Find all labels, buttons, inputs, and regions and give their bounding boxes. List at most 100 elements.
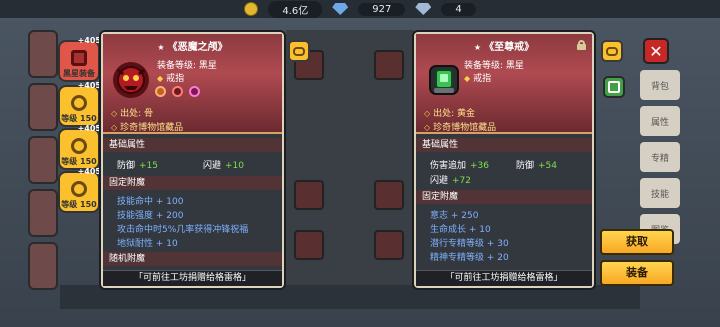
- stat-defense: 防御 +54: [516, 158, 557, 171]
- equip-button[interactable]: 装备: [600, 260, 674, 286]
- fixed-enchant-header: 固定附魔: [416, 190, 592, 204]
- ticket-icon: [415, 3, 432, 15]
- item-title-text: 《至尊戒》: [484, 42, 535, 53]
- item-title-text: 《恶魔之颅》: [167, 42, 228, 53]
- currency-bar: 4.6亿 927 4: [0, 0, 720, 18]
- museum-tag: ◇ 珍奇博物馆藏品: [111, 123, 184, 133]
- fixed-enchant-header: 固定附魔: [103, 176, 282, 190]
- equipment-slot[interactable]: [294, 180, 324, 210]
- ring-icon: [71, 95, 87, 111]
- item-origin: ◇ 出处: 骨: [111, 109, 154, 119]
- socket-icon: [188, 86, 200, 97]
- character-slot[interactable]: [28, 83, 58, 131]
- socket-icon: [171, 86, 183, 97]
- right-tab-list: 背包 属性 专精 技能 图鉴: [640, 70, 680, 250]
- take-button[interactable]: 获取: [600, 229, 674, 255]
- equip-slot-text: 戒指: [473, 74, 492, 84]
- sidebar-item-level[interactable]: +405 等级 150: [58, 167, 101, 213]
- stat-value: +72: [452, 176, 472, 186]
- character-slot[interactable]: [28, 30, 58, 78]
- tab-skills[interactable]: 技能: [640, 178, 680, 208]
- item-origin: ◇ 出处: 黄金: [424, 109, 476, 119]
- ring-icon: [71, 181, 87, 197]
- stat-name: 伤害追加: [430, 161, 467, 171]
- equip-level: 装备等级: 黑星: [157, 61, 217, 71]
- stat-name: 闪避: [430, 176, 449, 186]
- enchant-line: 地狱耐性 + 10: [117, 239, 178, 249]
- stat-evasion: 闪避 +10: [203, 158, 244, 171]
- upgrade-count: +405: [77, 81, 101, 90]
- chat-icon: [606, 46, 618, 56]
- museum-tag-text: 珍奇博物馆藏品: [120, 123, 184, 133]
- character-slots: [28, 30, 58, 290]
- equipment-slot[interactable]: [374, 180, 404, 210]
- item-tooltip-left: ★ 《恶魔之颅》 装备等级: 黑星 ◆ 戒指 ◇ 出处: 骨 ◇ 珍奇博物馆藏品 基础属…: [101, 32, 284, 288]
- stat-value: +15: [139, 161, 159, 171]
- enchant-line: 攻击命中时5%几率获得冲锋祝福: [117, 225, 249, 235]
- donate-hint: 「可前往工坊捐赠给格雷格」: [103, 270, 282, 286]
- socket-row: [155, 86, 203, 97]
- enchant-line: 技能强度 + 200: [117, 211, 184, 221]
- chat-icon: [293, 46, 305, 56]
- close-button[interactable]: ✕: [643, 38, 669, 64]
- stat-name: 闪避: [203, 161, 222, 171]
- item-tooltip-right: ★ 《至尊戒》 装备等级: 黑星 ◆ 戒指 ◇ 出处: 黄金 ◇ 珍奇博物馆藏品 基础属…: [414, 32, 594, 288]
- share-icon: [608, 81, 620, 93]
- stat-defense: 防御 +15: [117, 158, 158, 171]
- character-slot[interactable]: [28, 136, 58, 184]
- sidebar-item-label: 等级 150: [61, 157, 97, 166]
- tab-attributes[interactable]: 属性: [640, 106, 680, 136]
- supreme-ring-icon: [422, 58, 466, 102]
- stat-value: +54: [538, 161, 558, 171]
- gold-amount: 4.6亿: [268, 0, 323, 18]
- equip-slot: ◆ 戒指: [157, 74, 185, 84]
- enchant-line: 技能命中 + 100: [117, 197, 184, 207]
- equip-level: 装备等级: 黑星: [464, 61, 524, 71]
- stat-name: 防御: [516, 161, 535, 171]
- museum-tag: ◇ 珍奇博物馆藏品: [424, 123, 497, 133]
- sidebar-item-blackstar[interactable]: +405 黑星装备: [58, 36, 101, 82]
- gold-coin-icon: [244, 2, 259, 16]
- character-slot[interactable]: [28, 189, 58, 237]
- enchant-line: 生命成长 + 10: [430, 225, 491, 235]
- base-stats-header: 基础属性: [416, 138, 592, 152]
- enchant-line: 意志 + 250: [430, 211, 479, 221]
- ring-icon: [71, 138, 87, 154]
- equipment-grid: [286, 30, 414, 290]
- character-slot[interactable]: [28, 242, 58, 290]
- socket-icon: [155, 86, 166, 97]
- equipment-slot[interactable]: [374, 230, 404, 260]
- enchant-line: 潜行专精等级 + 30: [430, 239, 509, 249]
- sidebar-item-level[interactable]: +405 等级 150: [58, 124, 101, 170]
- tab-bag[interactable]: 背包: [640, 70, 680, 100]
- sidebar-item-level[interactable]: +405 等级 150: [58, 81, 101, 127]
- equipment-slot[interactable]: [294, 230, 324, 260]
- gem-amount: 927: [358, 2, 406, 16]
- sidebar-item-label: 等级 150: [61, 200, 97, 209]
- demon-skull-ring-icon: [109, 58, 153, 102]
- tooltip-header: ★ 《至尊戒》 装备等级: 黑星 ◆ 戒指 ◇ 出处: 黄金 ◇ 珍奇博物馆藏品: [416, 34, 592, 134]
- upgrade-count: +405: [77, 36, 101, 45]
- equip-slot-text: 戒指: [166, 74, 185, 84]
- tooltip-header: ★ 《恶魔之颅》 装备等级: 黑星 ◆ 戒指 ◇ 出处: 骨 ◇ 珍奇博物馆藏品: [103, 34, 282, 134]
- item-title: ★ 《恶魔之颅》: [157, 42, 228, 53]
- upgrade-count: +405: [77, 167, 101, 176]
- enchant-line: 精神专精等级 + 20: [430, 253, 509, 263]
- tab-mastery[interactable]: 专精: [640, 142, 680, 172]
- ticket-amount: 4: [441, 2, 476, 16]
- bottom-toolbar: [60, 285, 640, 309]
- share-button[interactable]: [603, 76, 625, 98]
- stat-damage-bonus: 伤害追加 +36: [430, 158, 489, 171]
- donate-hint: 「可前往工坊捐赠给格雷格」: [416, 270, 592, 286]
- lock-icon[interactable]: [577, 40, 586, 50]
- item-title: ★ 《至尊戒》: [473, 42, 535, 53]
- chat-button-left[interactable]: [288, 40, 310, 62]
- stat-value: +36: [470, 161, 490, 171]
- equip-slot: ◆ 戒指: [464, 74, 492, 84]
- stat-name: 防御: [117, 161, 136, 171]
- ring-icon: [71, 50, 87, 66]
- equipment-slot[interactable]: [374, 50, 404, 80]
- upgrade-count: +405: [77, 124, 101, 133]
- item-origin-text: 出处: 骨: [120, 109, 154, 119]
- chat-button-right[interactable]: [601, 40, 623, 62]
